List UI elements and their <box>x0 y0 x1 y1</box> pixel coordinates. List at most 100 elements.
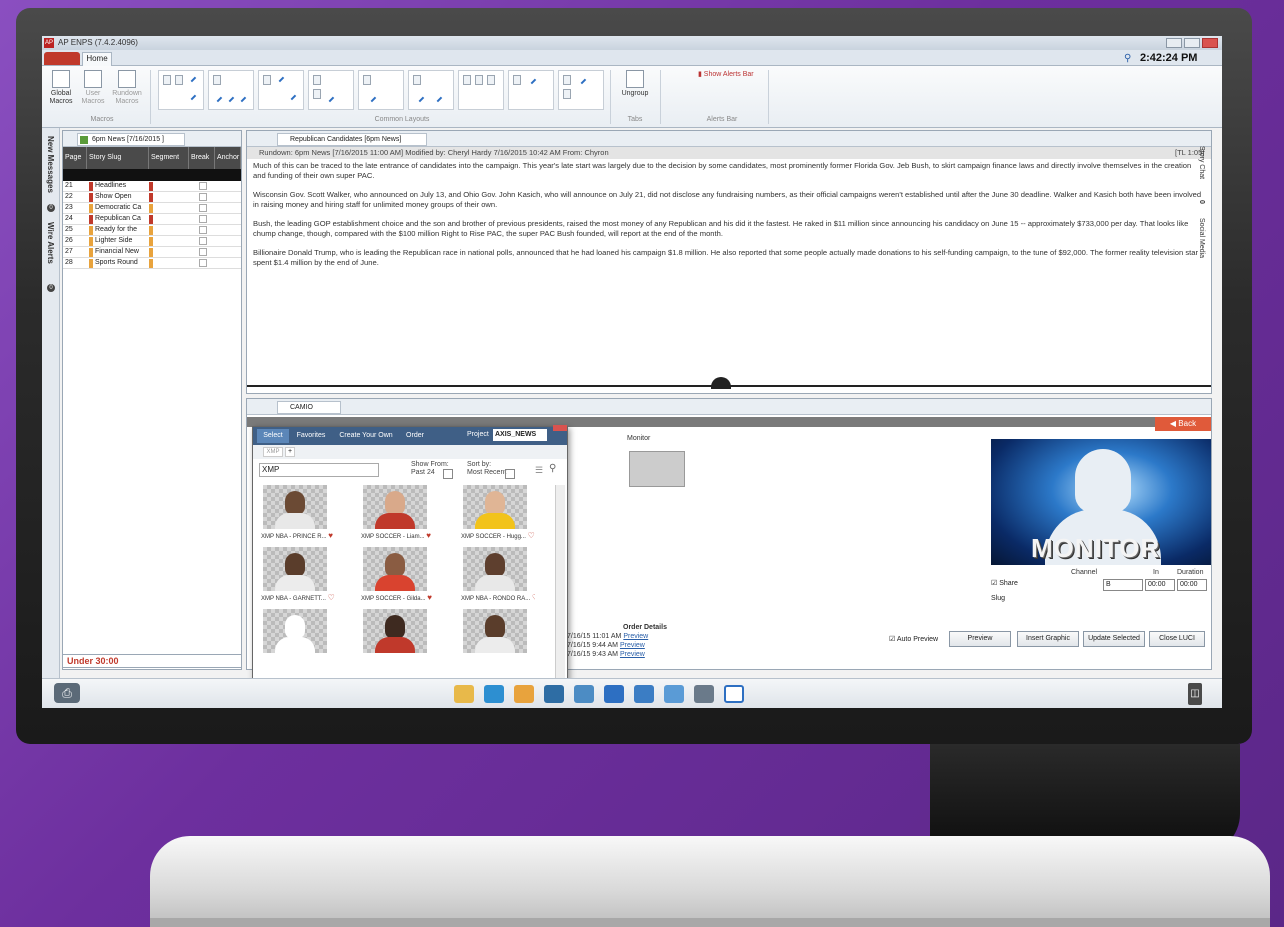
dialog-scrollbar[interactable] <box>555 485 565 685</box>
favorite-heart-icon[interactable]: ♥ <box>427 593 432 602</box>
column-header-anchor[interactable]: Anchor <box>215 147 241 169</box>
monitor-thumbnail[interactable] <box>629 451 685 487</box>
preview-button[interactable]: Preview <box>949 631 1011 647</box>
table-row[interactable]: 23 Democratic Ca <box>63 203 241 214</box>
close-luci-button[interactable]: Close LUCI <box>1149 631 1205 647</box>
row-break-checkbox[interactable] <box>199 193 207 201</box>
column-header-break[interactable]: Break <box>189 147 215 169</box>
layout-option-5[interactable] <box>358 70 404 110</box>
row-break-checkbox[interactable] <box>199 226 207 234</box>
row-slug: Headlines <box>95 182 127 189</box>
asset-thumbnail[interactable] <box>263 485 327 529</box>
channel-select[interactable]: B <box>1103 579 1143 591</box>
asset-thumbnail[interactable] <box>463 547 527 591</box>
new-messages-tab[interactable]: New Messages <box>46 136 55 193</box>
row-break-checkbox[interactable] <box>199 204 207 212</box>
file-menu-button[interactable] <box>44 52 80 65</box>
windows-icon[interactable] <box>634 685 654 703</box>
asset-thumbnail[interactable] <box>363 609 427 653</box>
story-chat-tab[interactable]: Story Chat <box>1198 146 1205 179</box>
social-media-tab[interactable]: Social Media <box>1198 218 1205 258</box>
asset-thumbnail[interactable] <box>463 609 527 653</box>
share-checkbox[interactable]: ☑ Share <box>991 579 1018 587</box>
back-button[interactable]: ◀ Back <box>1155 417 1211 431</box>
layout-option-6[interactable] <box>408 70 454 110</box>
chat-icon[interactable] <box>604 685 624 703</box>
home-folder-icon[interactable] <box>514 685 534 703</box>
maximize-button[interactable] <box>1184 38 1200 48</box>
folder-icon[interactable] <box>454 685 474 703</box>
mail-icon[interactable] <box>574 685 594 703</box>
player-jersey <box>475 575 515 591</box>
asset-thumbnail[interactable] <box>463 485 527 529</box>
update-selected-button[interactable]: Update Selected <box>1083 631 1145 647</box>
order-preview-link[interactable]: Preview <box>620 642 645 649</box>
layout-option-1[interactable] <box>158 70 204 110</box>
layout-option-9[interactable] <box>558 70 604 110</box>
wire-alerts-tab[interactable]: Wire Alerts <box>46 222 55 264</box>
asset-thumbnail[interactable] <box>363 547 427 591</box>
calendar-icon[interactable] <box>664 685 684 703</box>
splitter-handle[interactable] <box>711 377 731 389</box>
layout-option-3[interactable] <box>258 70 304 110</box>
favorite-heart-icon[interactable]: ♥ <box>328 531 333 540</box>
ungroup-icon <box>626 70 644 88</box>
row-break-checkbox[interactable] <box>199 215 207 223</box>
ungroup-button[interactable]: Ungroup <box>620 70 650 98</box>
window-icon[interactable] <box>724 685 744 703</box>
layout-option-7[interactable] <box>458 70 504 110</box>
table-row[interactable]: 22 Show Open <box>63 192 241 203</box>
column-header-slug[interactable]: Story Slug <box>87 147 149 169</box>
row-page: 21 <box>65 182 73 189</box>
row-page: 26 <box>65 237 73 244</box>
rundown-selected-row[interactable] <box>63 169 241 181</box>
dialog-close-button[interactable] <box>553 425 567 431</box>
table-row[interactable]: 26 Lighter Side <box>63 236 241 247</box>
table-row[interactable]: 25 Ready for the <box>63 225 241 236</box>
network-icon[interactable] <box>544 685 564 703</box>
table-row[interactable]: 27 Financial New <box>63 247 241 258</box>
table-row[interactable]: 24 Republican Ca <box>63 214 241 225</box>
in-time-field[interactable]: 00:00 <box>1145 579 1175 591</box>
order-preview-link[interactable]: Preview <box>623 633 648 640</box>
insert-graphic-button[interactable]: Insert Graphic <box>1017 631 1079 647</box>
column-header-segment[interactable]: Segment <box>149 147 189 169</box>
tab-story[interactable]: Republican Candidates [6pm News] <box>277 133 427 146</box>
asset-thumbnail[interactable] <box>363 485 427 529</box>
global-macros-button[interactable]: Global Macros <box>46 70 76 106</box>
layout-option-8[interactable] <box>508 70 554 110</box>
row-break-checkbox[interactable] <box>199 259 207 267</box>
search-icon[interactable]: ⚲ <box>1124 53 1131 64</box>
close-window-button[interactable] <box>1202 38 1218 48</box>
minimize-button[interactable] <box>1166 38 1182 48</box>
layout-option-4[interactable] <box>308 70 354 110</box>
favorite-heart-icon[interactable]: ♡ <box>328 593 335 602</box>
duration-field[interactable]: 00:00 <box>1177 579 1207 591</box>
printer-icon[interactable]: ⎙ <box>54 683 80 703</box>
rundown-macros-button[interactable]: Rundown Macros <box>112 70 142 106</box>
trash-icon[interactable]: ◫ <box>1188 683 1202 705</box>
asset-thumbnail[interactable] <box>263 547 327 591</box>
contacts-icon[interactable] <box>484 685 504 703</box>
favorite-heart-icon[interactable]: ♥ <box>426 531 431 540</box>
plugin-icon[interactable] <box>694 685 714 703</box>
row-break-checkbox[interactable] <box>199 182 207 190</box>
asset-thumbnail[interactable] <box>263 609 327 653</box>
tab-home[interactable]: Home <box>82 52 112 66</box>
tab-camio[interactable]: CAMIO <box>277 401 341 414</box>
row-break-checkbox[interactable] <box>199 248 207 256</box>
show-alerts-bar-button[interactable]: ▮ Show Alerts Bar <box>698 70 754 78</box>
favorite-heart-icon[interactable]: ♡ <box>532 593 535 602</box>
column-header-page[interactable]: Page <box>63 147 87 169</box>
row-break-checkbox[interactable] <box>199 237 207 245</box>
player-jersey <box>375 513 415 529</box>
table-row[interactable]: 28 Sports Round <box>63 258 241 269</box>
tab-rundown[interactable]: 6pm News [7/16/2015 ] <box>77 133 185 146</box>
order-preview-link[interactable]: Preview <box>620 651 645 658</box>
story-text[interactable]: Much of this can be traced to the late e… <box>253 161 1203 277</box>
favorite-heart-icon[interactable]: ♡ <box>528 531 535 540</box>
table-row[interactable]: 21 Headlines <box>63 181 241 192</box>
layout-option-2[interactable] <box>208 70 254 110</box>
auto-preview-checkbox[interactable]: ☑ Auto Preview <box>889 635 938 643</box>
user-macros-button[interactable]: User Macros <box>78 70 108 106</box>
